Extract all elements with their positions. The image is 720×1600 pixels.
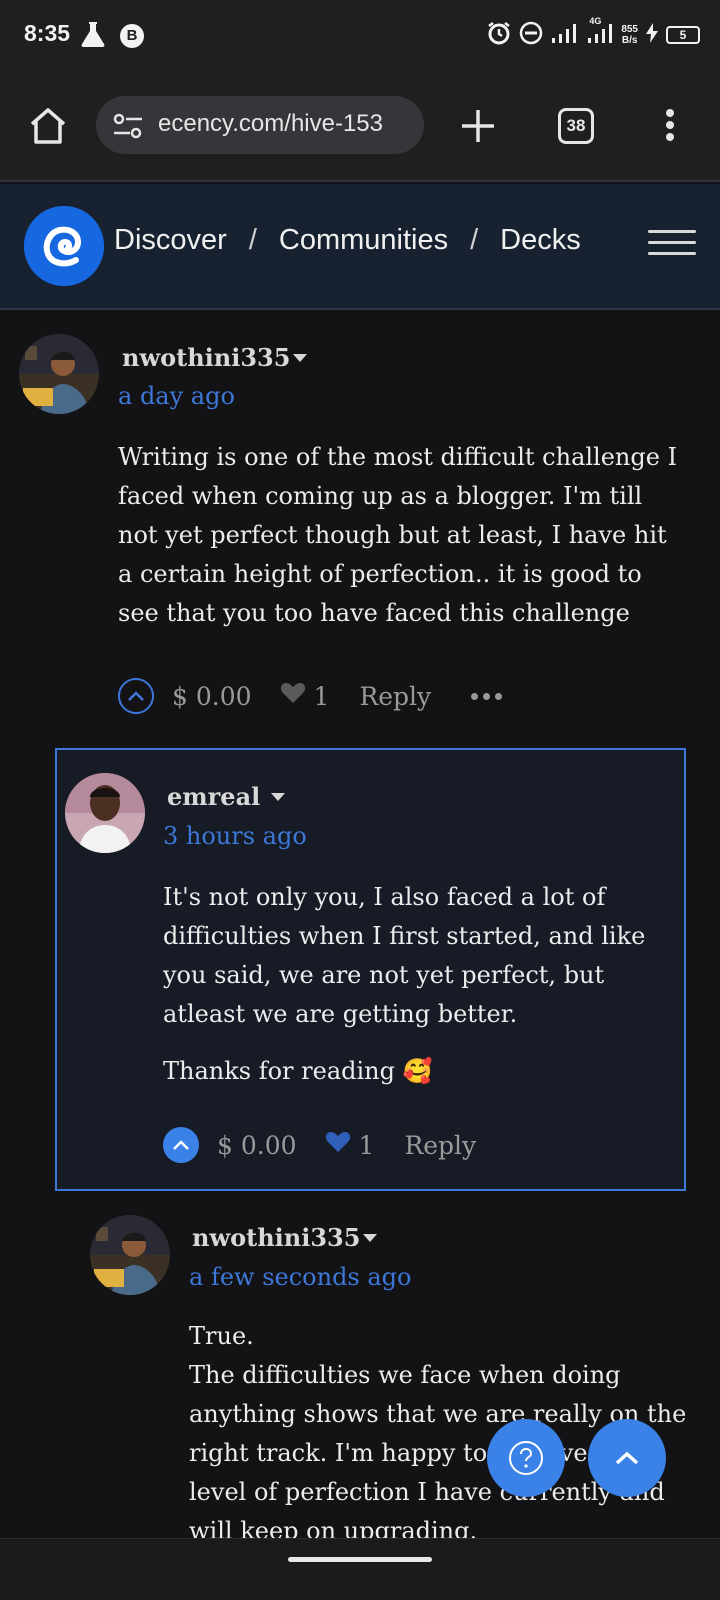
chevron-up-icon: [128, 691, 144, 701]
site-header: Discover / Communities / Decks: [0, 184, 720, 310]
upvote-button[interactable]: [163, 1127, 199, 1163]
net-speed: 855 B/s: [621, 24, 638, 46]
scroll-to-top-button[interactable]: [588, 1419, 666, 1497]
chevron-up-icon: [615, 1451, 639, 1465]
heart-icon: [325, 1130, 351, 1160]
author-dropdown-icon[interactable]: [363, 1234, 377, 1242]
avatar[interactable]: [19, 334, 99, 414]
home-gesture-handle[interactable]: [288, 1557, 432, 1562]
ecency-logo-icon: [24, 206, 104, 286]
comment-item: nwothini335 a day ago Writing is one of …: [0, 310, 720, 740]
comment-body: Writing is one of the most difficult cha…: [118, 438, 688, 651]
new-tab-button[interactable]: [456, 104, 500, 148]
comment-paragraph: True.: [189, 1322, 254, 1350]
breadcrumb-decks[interactable]: Decks: [500, 224, 581, 256]
avatar[interactable]: [65, 773, 145, 853]
reply-button[interactable]: Reply: [404, 1131, 476, 1160]
do-not-disturb-icon: [519, 21, 543, 49]
browser-toolbar: ecency.com/hive-153 38: [0, 70, 720, 182]
more-options-icon[interactable]: [471, 692, 503, 700]
comment-actions: $ 0.00 1 Reply: [118, 676, 503, 716]
plus-icon: [462, 110, 494, 142]
net-speed-value: 855: [621, 24, 638, 35]
breadcrumb-discover[interactable]: Discover: [114, 224, 227, 256]
comment-author[interactable]: nwothini335: [192, 1223, 360, 1252]
comment-paragraph: Writing is one of the most difficult cha…: [118, 443, 678, 627]
comment-time[interactable]: 3 hours ago: [163, 822, 307, 850]
hamburger-menu-icon[interactable]: [648, 230, 696, 260]
address-bar[interactable]: ecency.com/hive-153: [96, 96, 424, 154]
tab-switcher-button[interactable]: 38: [558, 108, 594, 144]
alarm-icon: [487, 21, 511, 49]
browser-menu-button[interactable]: [660, 106, 680, 146]
status-time: 8:35: [24, 20, 71, 46]
chevron-up-icon: [173, 1140, 189, 1150]
signal-4g-icon: 4G: [587, 16, 613, 48]
breadcrumb: Discover / Communities / Decks: [114, 224, 581, 257]
b-badge-icon: B: [120, 24, 144, 48]
comment-body: It's not only you, I also faced a lot of…: [163, 878, 683, 1109]
avatar[interactable]: [90, 1215, 170, 1295]
comment-time[interactable]: a day ago: [118, 382, 235, 410]
breadcrumb-separator: /: [470, 224, 479, 256]
question-icon: [509, 1441, 543, 1475]
comment-paragraph: Thanks for reading 🥰: [163, 1057, 433, 1085]
ecency-logo[interactable]: [24, 206, 104, 286]
comment-item: emreal 3 hours ago It's not only you, I …: [55, 748, 686, 1191]
author-dropdown-icon[interactable]: [293, 354, 307, 362]
battery-icon: 5: [666, 26, 700, 44]
author-dropdown-icon[interactable]: [271, 793, 285, 801]
status-icons: 4G 855 B/s 5: [487, 16, 700, 52]
vote-count[interactable]: 1: [359, 1131, 375, 1160]
comment-actions: $ 0.00 1 Reply: [163, 1125, 476, 1165]
breadcrumb-separator: /: [248, 224, 257, 256]
comment-author[interactable]: nwothini335: [122, 343, 290, 372]
home-icon: [30, 108, 66, 144]
vote-count[interactable]: 1: [314, 682, 330, 711]
upvote-button[interactable]: [118, 678, 154, 714]
payout-value[interactable]: $ 0.00: [217, 1131, 297, 1160]
home-button[interactable]: [26, 104, 70, 148]
navigation-gesture-bar: [0, 1538, 720, 1600]
signal-icon: [551, 22, 579, 48]
comment-time[interactable]: a few seconds ago: [189, 1263, 412, 1291]
heart-icon: [280, 681, 306, 711]
net-speed-unit: B/s: [621, 35, 638, 46]
url-text[interactable]: ecency.com/hive-153: [158, 110, 383, 138]
comment-author[interactable]: emreal: [167, 782, 260, 811]
comment-paragraph: It's not only you, I also faced a lot of…: [163, 883, 646, 1028]
payout-value[interactable]: $ 0.00: [172, 682, 252, 711]
reply-button[interactable]: Reply: [359, 682, 431, 711]
site-settings-icon[interactable]: [112, 112, 144, 144]
status-bar: 8:35 B 4G 855 B/s 5: [0, 0, 720, 70]
network-type-label: 4G: [589, 16, 602, 26]
flask-icon: [80, 20, 106, 52]
charging-icon: [646, 23, 658, 47]
help-button[interactable]: [487, 1419, 565, 1497]
breadcrumb-communities[interactable]: Communities: [279, 224, 448, 256]
